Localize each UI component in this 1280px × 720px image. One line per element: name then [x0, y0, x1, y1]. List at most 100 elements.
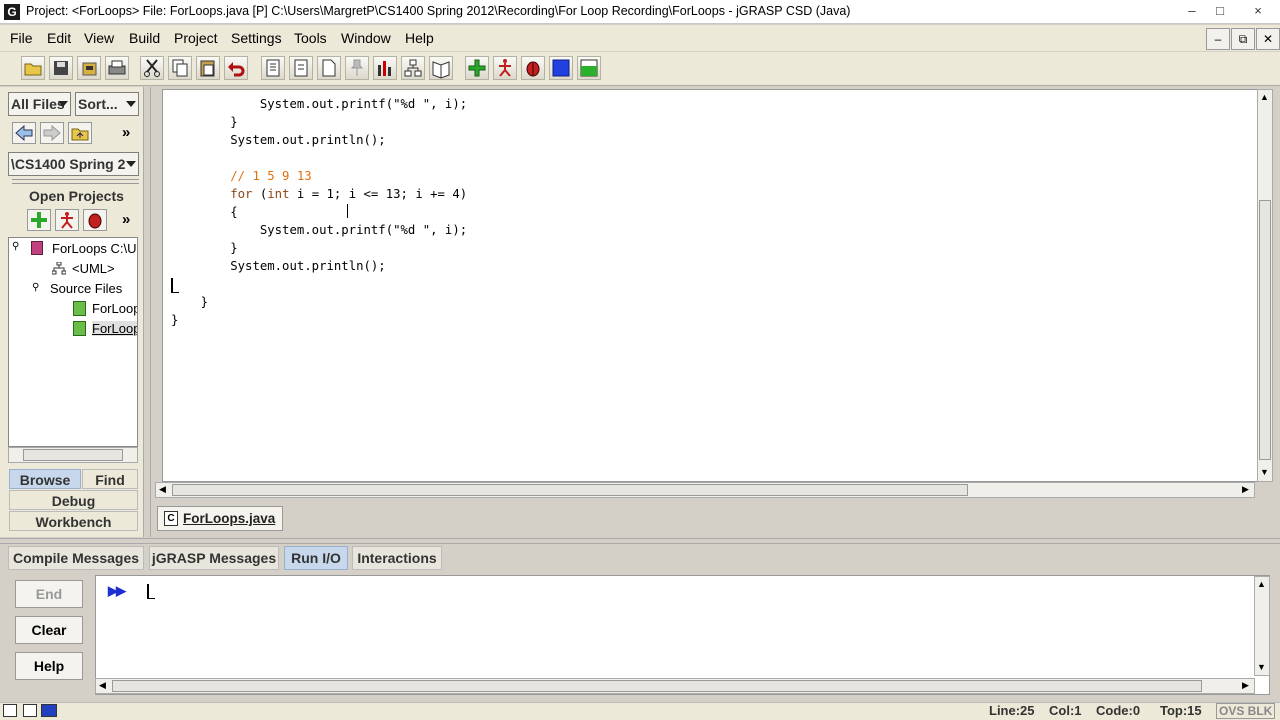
end-button[interactable]: End: [15, 580, 83, 608]
code-line[interactable]: }: [171, 241, 237, 255]
uml-icon[interactable]: [401, 56, 425, 80]
file-tab[interactable]: C ForLoops.java: [157, 506, 283, 531]
scroll-down-icon[interactable]: ▼: [1257, 662, 1266, 672]
run-io-console[interactable]: ▶▶: [95, 575, 1270, 695]
remove-csd-icon[interactable]: [289, 56, 313, 80]
tab-run-io[interactable]: Run I/O: [284, 546, 348, 570]
print-icon[interactable]: [105, 56, 129, 80]
project-debug-button[interactable]: [83, 209, 107, 231]
menu-window[interactable]: Window: [341, 30, 391, 46]
menu-project[interactable]: Project: [174, 30, 218, 46]
menu-settings[interactable]: Settings: [231, 30, 282, 46]
path-combo[interactable]: \CS1400 Spring 2: [8, 152, 139, 176]
save-icon[interactable]: [49, 56, 73, 80]
more-chevron-icon[interactable]: »: [122, 211, 130, 228]
copy-icon[interactable]: [168, 56, 192, 80]
undo-icon[interactable]: [224, 56, 248, 80]
layout-icon[interactable]: [3, 704, 17, 717]
mdi-restore-button[interactable]: ⧉: [1231, 28, 1255, 50]
code-editor[interactable]: System.out.printf("%d ", i); } System.ou…: [162, 89, 1258, 482]
save-all-icon[interactable]: [77, 56, 101, 80]
mdi-minimize-button[interactable]: –: [1206, 28, 1230, 50]
menu-edit[interactable]: Edit: [47, 30, 71, 46]
forward-button[interactable]: [40, 122, 64, 144]
tab-workbench[interactable]: Workbench: [9, 511, 138, 531]
tab-browse[interactable]: Browse: [9, 469, 81, 489]
tree-file-1[interactable]: ForLoop: [92, 301, 137, 316]
scroll-right-icon[interactable]: ▶: [1242, 680, 1249, 691]
maximize-button[interactable]: □: [1205, 0, 1235, 22]
scroll-thumb[interactable]: [112, 680, 1202, 692]
menu-build[interactable]: Build: [129, 30, 160, 46]
code-line[interactable]: System.out.println();: [171, 133, 385, 147]
tree-source-files[interactable]: Source Files: [50, 281, 122, 296]
code-line[interactable]: }: [171, 313, 178, 327]
menu-help[interactable]: Help: [405, 30, 434, 46]
code-line[interactable]: for (int i = 1; i <= 13; i += 4): [171, 187, 467, 201]
pin-icon[interactable]: [345, 56, 369, 80]
new-file-icon[interactable]: [317, 56, 341, 80]
doc-icon[interactable]: [429, 56, 453, 80]
scroll-up-icon[interactable]: ▲: [1260, 92, 1269, 102]
menu-view[interactable]: View: [84, 30, 114, 46]
scroll-right-icon[interactable]: ▶: [1242, 484, 1249, 495]
io-vertical-scrollbar[interactable]: ▲ ▼: [1254, 576, 1270, 676]
close-button[interactable]: ×: [1238, 0, 1278, 22]
file-tab-label[interactable]: ForLoops.java: [183, 511, 275, 526]
tab-compile-messages[interactable]: Compile Messages: [8, 546, 144, 570]
compile-icon[interactable]: [465, 56, 489, 80]
editor-vertical-scrollbar[interactable]: ▲ ▼: [1257, 89, 1273, 482]
open-folder-icon[interactable]: [21, 56, 45, 80]
mdi-close-button[interactable]: ✕: [1256, 28, 1280, 50]
window-icon[interactable]: [41, 704, 57, 717]
more-chevron-icon[interactable]: »: [122, 124, 130, 141]
code-line[interactable]: }: [171, 295, 208, 309]
sort-combo[interactable]: Sort...: [75, 92, 139, 116]
editor-horizontal-scrollbar[interactable]: ◀ ▶: [155, 482, 1255, 498]
code-line[interactable]: // 1 5 9 13: [171, 169, 311, 183]
generate-csd-icon[interactable]: [261, 56, 285, 80]
clear-button[interactable]: Clear: [15, 616, 83, 644]
scroll-thumb[interactable]: [23, 449, 123, 461]
splitter[interactable]: [12, 179, 139, 184]
tab-jgrasp-messages[interactable]: jGRASP Messages: [149, 546, 279, 570]
stop-icon[interactable]: [549, 56, 573, 80]
back-button[interactable]: [12, 122, 36, 144]
interactions-icon[interactable]: [577, 56, 601, 80]
scroll-up-icon[interactable]: ▲: [1257, 579, 1266, 589]
bar-chart-icon[interactable]: [373, 56, 397, 80]
code-line[interactable]: }: [171, 115, 237, 129]
code-line[interactable]: System.out.printf("%d ", i);: [171, 97, 467, 111]
scroll-thumb[interactable]: [172, 484, 968, 496]
cut-icon[interactable]: [140, 56, 164, 80]
scroll-thumb[interactable]: [1259, 200, 1271, 460]
up-folder-button[interactable]: [68, 122, 92, 144]
file-filter-combo[interactable]: All Files: [8, 92, 71, 116]
tab-interactions[interactable]: Interactions: [352, 546, 442, 570]
io-horizontal-scrollbar[interactable]: ◀ ▶: [95, 678, 1255, 694]
code-line[interactable]: {: [171, 205, 237, 219]
tree-file-2-selected[interactable]: ForLoop: [92, 321, 137, 336]
paste-icon[interactable]: [196, 56, 220, 80]
menu-file[interactable]: File: [10, 30, 33, 46]
scroll-left-icon[interactable]: ◀: [159, 484, 166, 495]
tree-uml[interactable]: <UML>: [72, 261, 115, 276]
menu-tools[interactable]: Tools: [294, 30, 327, 46]
help-button[interactable]: Help: [15, 652, 83, 680]
minimize-button[interactable]: –: [1177, 0, 1207, 22]
debug-icon[interactable]: [521, 56, 545, 80]
horizontal-splitter[interactable]: [0, 538, 1280, 544]
expand-icon[interactable]: ⚲: [32, 282, 39, 293]
code-line[interactable]: System.out.println();: [171, 259, 385, 273]
tree-project[interactable]: ForLoops C:\U: [52, 241, 137, 256]
expand-icon[interactable]: ⚲: [12, 241, 19, 252]
tab-debug[interactable]: Debug: [9, 490, 138, 510]
code-line[interactable]: System.out.printf("%d ", i);: [171, 223, 467, 237]
run-icon[interactable]: [493, 56, 517, 80]
tab-find[interactable]: Find: [82, 469, 138, 489]
project-compile-button[interactable]: [27, 209, 51, 231]
scroll-left-icon[interactable]: ◀: [99, 680, 106, 691]
tree-horizontal-scrollbar[interactable]: [8, 447, 138, 463]
scroll-down-icon[interactable]: ▼: [1260, 467, 1269, 477]
project-run-button[interactable]: [55, 209, 79, 231]
